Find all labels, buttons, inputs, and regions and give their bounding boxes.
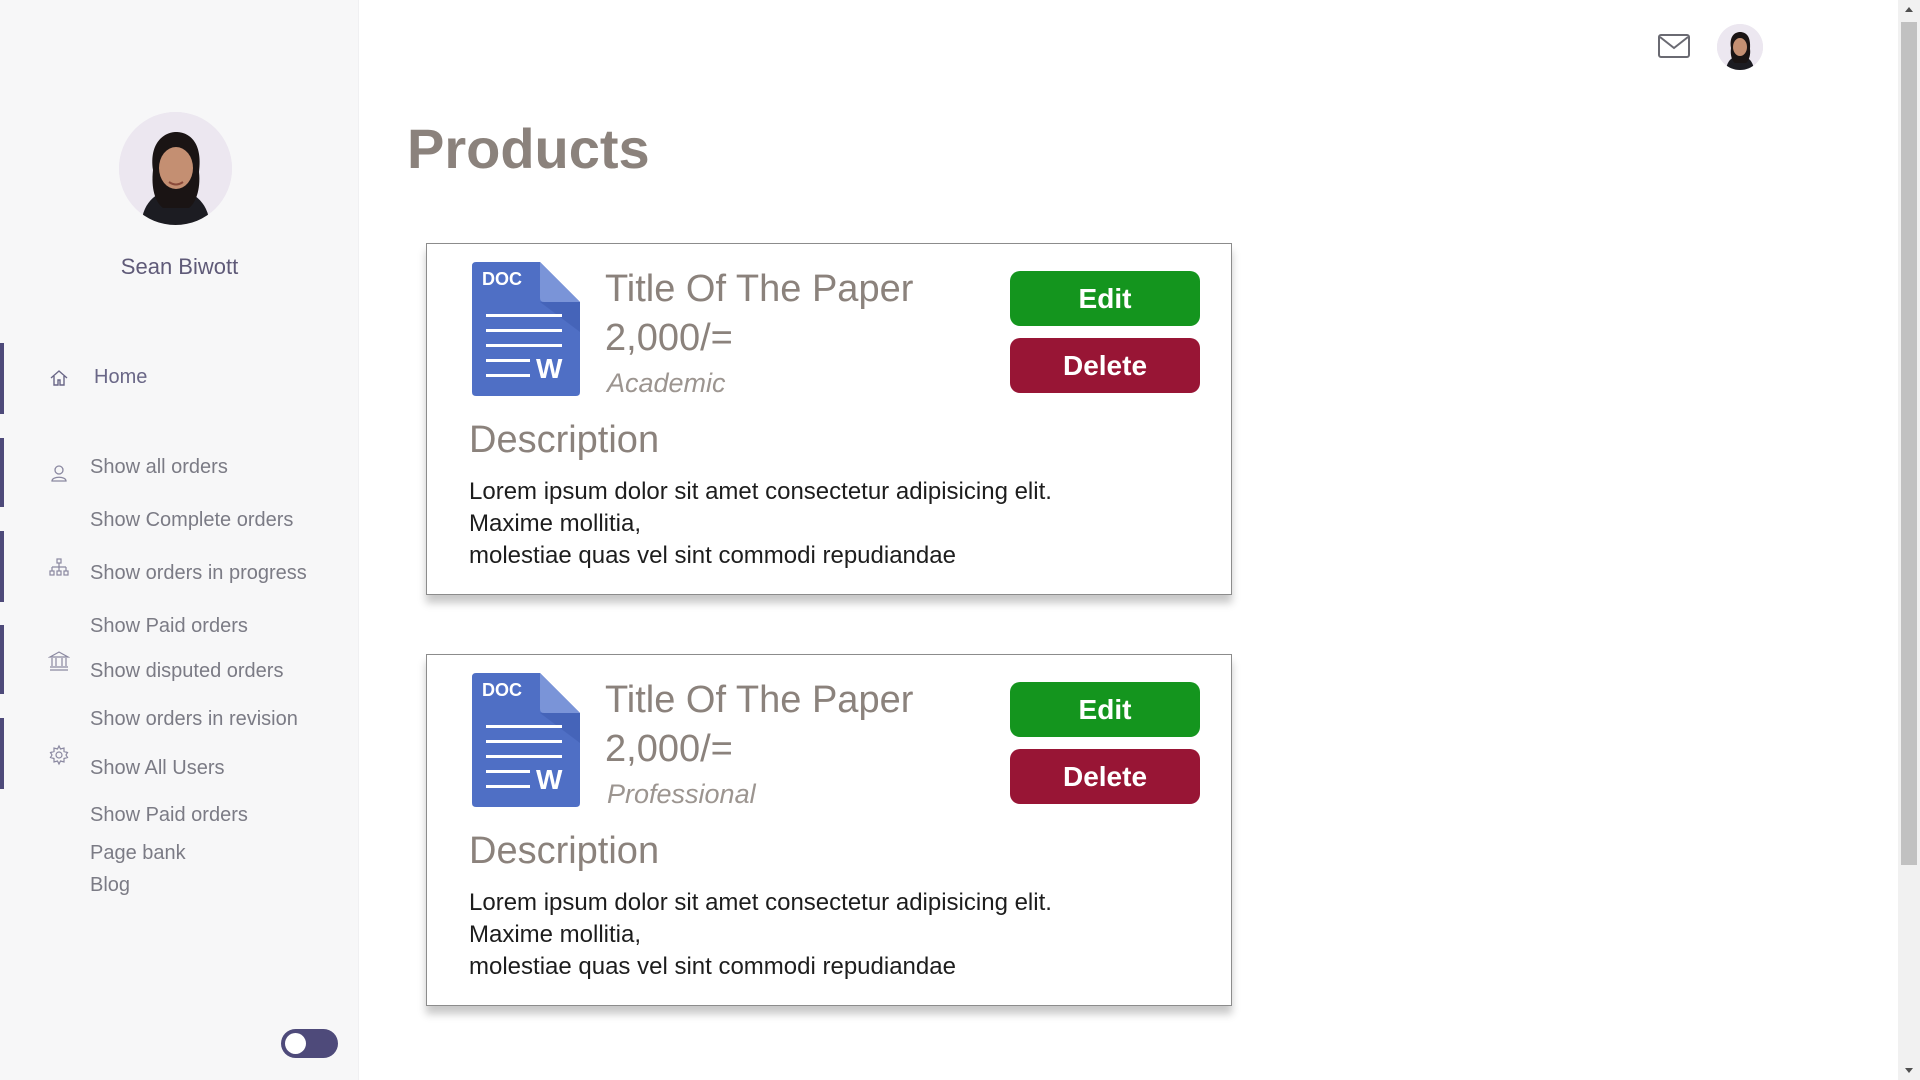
delete-button[interactable]: Delete <box>1010 749 1200 804</box>
profile-name: Sean Biwott <box>120 254 239 279</box>
scroll-up-arrow-icon[interactable] <box>1898 0 1920 20</box>
bank-icon <box>47 650 71 672</box>
product-category: Academic <box>607 368 726 398</box>
svg-text:DOC: DOC <box>482 269 522 289</box>
svg-text:W: W <box>536 764 563 795</box>
description-line: Lorem ipsum dolor sit amet consectetur a… <box>469 478 1052 505</box>
svg-text:DOC: DOC <box>482 680 522 700</box>
nav-group-indicator <box>0 531 4 602</box>
product-card: DOC W Title Of The Paper 2,000/= Academi… <box>426 243 1232 595</box>
description-heading: Description <box>469 830 660 872</box>
description-text: Lorem ipsum dolor sit amet consectetur a… <box>469 476 1052 572</box>
toggle-knob <box>285 1033 306 1054</box>
product-card: DOC W Title Of The Paper 2,000/= Profess… <box>426 654 1232 1006</box>
sidebar-item-show-paid-orders[interactable]: Show Paid orders <box>90 615 248 638</box>
sidebar-item-show-disputed-orders[interactable]: Show disputed orders <box>90 660 283 683</box>
description-line: Maxime mollitia, <box>469 510 642 537</box>
doc-file-icon: DOC W <box>472 262 582 396</box>
description-line: molestiae quas vel sint commodi repudian… <box>469 542 956 569</box>
edit-button[interactable]: Edit <box>1010 271 1200 326</box>
page-title: Products <box>407 117 650 180</box>
mail-icon[interactable] <box>1657 32 1691 60</box>
nav-group-indicator <box>0 625 4 694</box>
description-line: Maxime mollitia, <box>469 921 642 948</box>
sidebar-item-show-all-users[interactable]: Show All Users <box>90 757 225 780</box>
nav-active-indicator <box>0 343 4 414</box>
sidebar-item-show-all-orders[interactable]: Show all orders <box>90 456 228 479</box>
scrollbar-thumb[interactable] <box>1901 22 1917 865</box>
sidebar-item-show-orders-in-progress[interactable]: Show orders in progress <box>90 562 307 585</box>
nav-group-indicator <box>0 718 4 789</box>
description-line: Lorem ipsum dolor sit amet consectetur a… <box>469 889 1052 916</box>
sidebar-item-show-paid-orders-2[interactable]: Show Paid orders <box>90 804 248 827</box>
product-price: 2,000/= <box>605 317 733 359</box>
gear-icon <box>48 744 70 766</box>
nav-group-indicator <box>0 438 4 507</box>
delete-button[interactable]: Delete <box>1010 338 1200 393</box>
sidebar: Sean Biwott Home Show all orders Show Co… <box>0 0 359 1080</box>
product-title: Title Of The Paper <box>605 268 914 310</box>
dark-mode-toggle[interactable] <box>281 1029 338 1058</box>
home-icon <box>48 367 70 389</box>
edit-button[interactable]: Edit <box>1010 682 1200 737</box>
profile-avatar[interactable] <box>119 112 232 225</box>
avatar[interactable] <box>1717 24 1763 70</box>
product-title: Title Of The Paper <box>605 679 914 721</box>
scroll-down-arrow-icon[interactable] <box>1898 1060 1920 1080</box>
sidebar-item-show-orders-in-revision[interactable]: Show orders in revision <box>90 708 298 731</box>
sidebar-item-page-bank[interactable]: Page bank <box>90 842 186 865</box>
sitemap-icon <box>48 557 70 579</box>
doc-file-icon: DOC W <box>472 673 582 807</box>
product-category: Professional <box>607 779 756 809</box>
user-icon <box>48 462 70 484</box>
description-text: Lorem ipsum dolor sit amet consectetur a… <box>469 887 1052 983</box>
description-line: molestiae quas vel sint commodi repudian… <box>469 953 956 980</box>
product-price: 2,000/= <box>605 728 733 770</box>
vertical-scrollbar[interactable] <box>1898 0 1920 1080</box>
sidebar-item-show-complete-orders[interactable]: Show Complete orders <box>90 509 293 532</box>
sidebar-item-blog[interactable]: Blog <box>90 874 130 897</box>
description-heading: Description <box>469 419 660 461</box>
sidebar-item-home[interactable]: Home <box>94 366 147 389</box>
svg-text:W: W <box>536 353 563 384</box>
